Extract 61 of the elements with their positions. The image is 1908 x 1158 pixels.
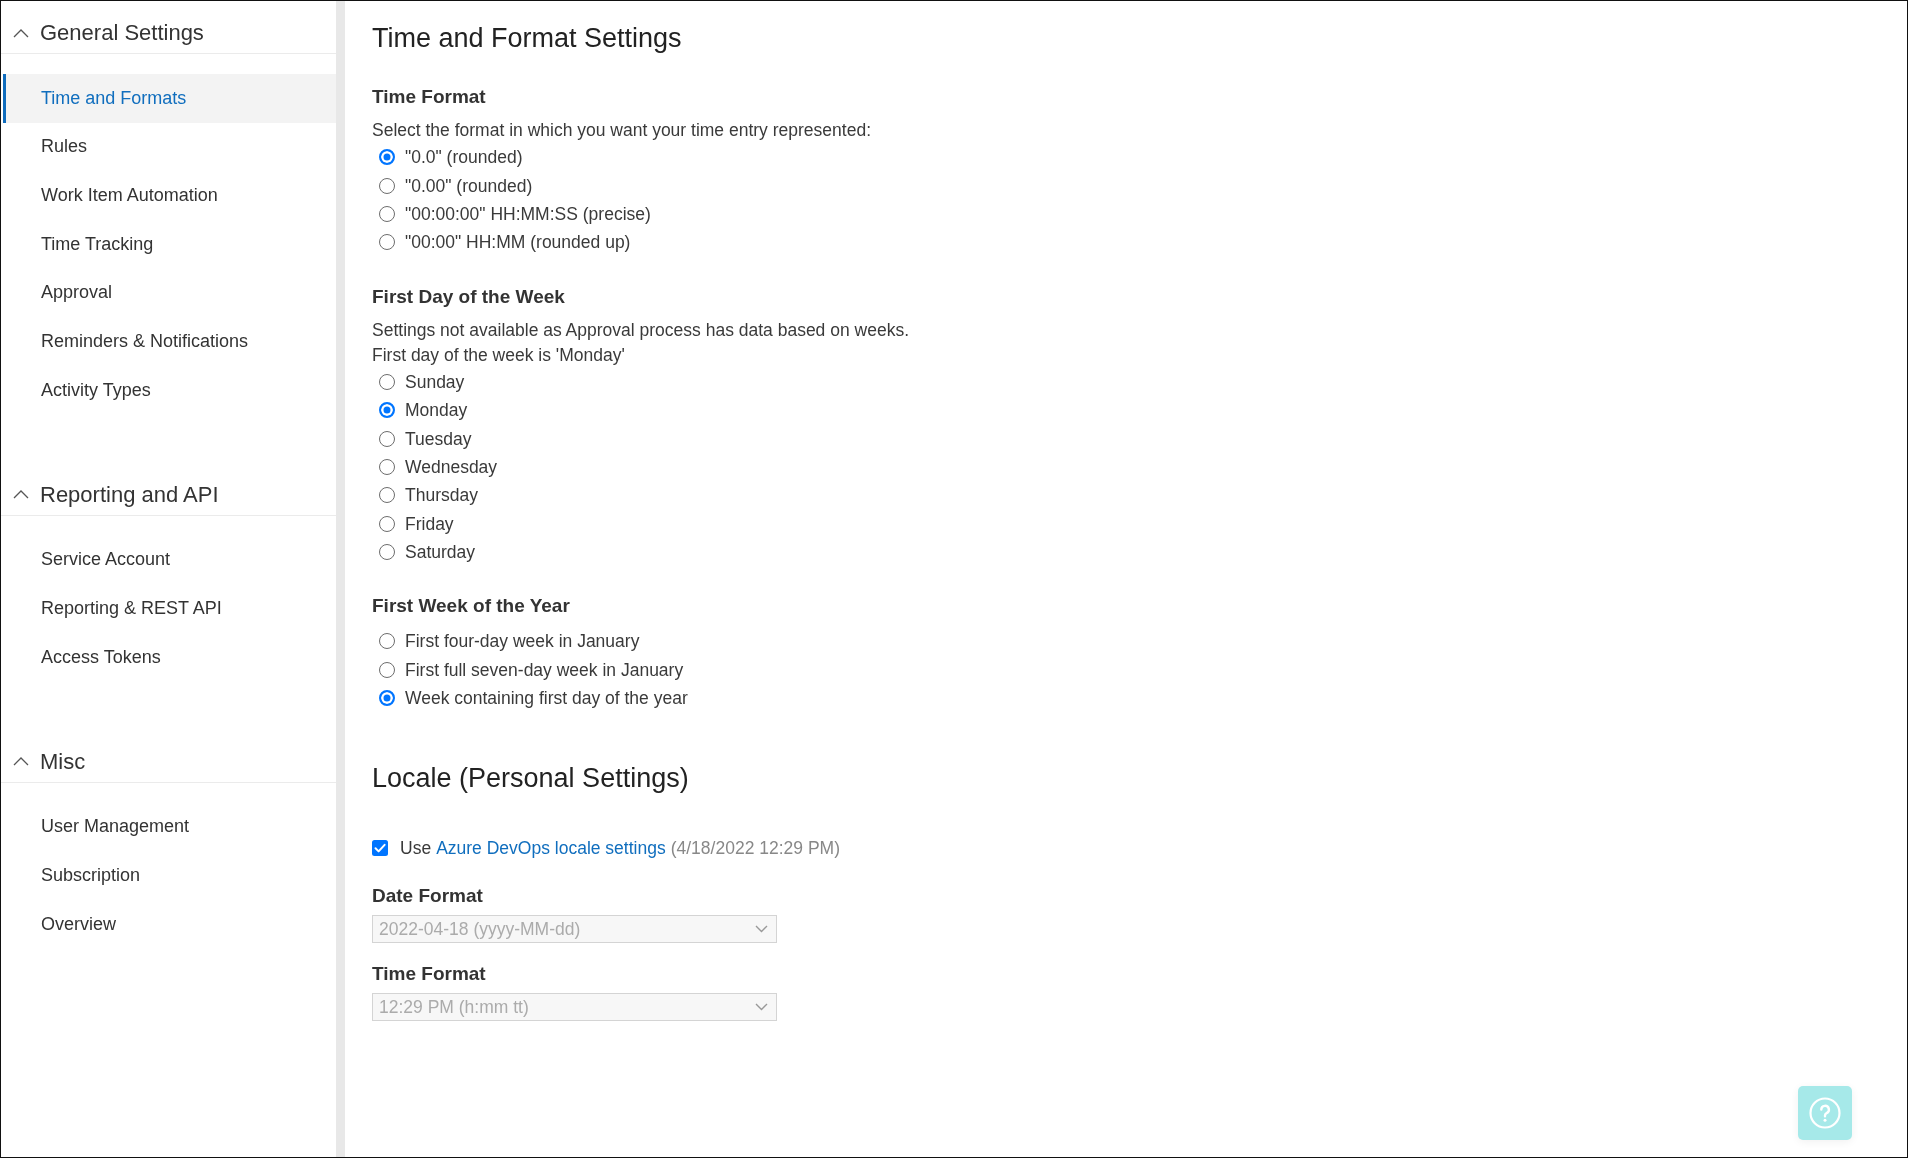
radio-button[interactable]: [379, 402, 395, 419]
nav-item[interactable]: Time Tracking: [3, 219, 336, 269]
nav-item[interactable]: Reminders & Notifications: [3, 317, 336, 366]
nav-item[interactable]: Rules: [3, 122, 336, 172]
timestamp-text: (4/18/2022 12:29 PM): [670, 837, 840, 859]
radio-label: "00:00" HH:MM (rounded up): [405, 231, 631, 255]
radio-label: First full seven-day week in January: [405, 658, 684, 682]
radio-button[interactable]: [379, 177, 395, 194]
checkbox-label: Use: [400, 837, 432, 859]
radio-label: "00:00:00" HH:MM:SS (precise): [405, 202, 651, 226]
radio-button[interactable]: [379, 458, 395, 475]
section-header[interactable]: General Settings: [1, 1, 336, 54]
radio-button[interactable]: [379, 690, 395, 707]
nav-item[interactable]: Approval: [3, 268, 336, 318]
locale-settings-link[interactable]: Azure DevOps locale settings: [436, 837, 666, 859]
section-heading: First Week of the Year: [372, 594, 570, 619]
radio-label: Week containing first day of the year: [405, 687, 688, 711]
radio-button[interactable]: [379, 205, 395, 222]
radio-button[interactable]: [379, 661, 395, 678]
radio-button[interactable]: [379, 633, 395, 650]
radio-label: Wednesday: [405, 455, 498, 479]
nav-item[interactable]: Work Item Automation: [3, 171, 336, 220]
radio-button[interactable]: [379, 515, 395, 532]
radio-label: Sunday: [405, 370, 465, 394]
page-title: Time and Format Settings: [372, 22, 682, 54]
radio-label: Tuesday: [405, 427, 472, 451]
nav-item[interactable]: Time and Formats: [3, 74, 336, 123]
radio-label: Monday: [405, 399, 468, 423]
nav-item[interactable]: Subscription: [3, 851, 336, 900]
nav-item[interactable]: Service Account: [3, 535, 336, 585]
radio-button[interactable]: [379, 487, 395, 504]
radio-button[interactable]: [379, 373, 395, 390]
nav-item[interactable]: Activity Types: [3, 365, 336, 415]
section-heading: First Day of the Week: [372, 284, 565, 309]
radio-button[interactable]: [379, 234, 395, 251]
chevron-down-icon: [755, 1003, 768, 1012]
section-heading: Time Format: [372, 85, 486, 109]
nav-item[interactable]: User Management: [3, 802, 336, 852]
section-header[interactable]: Misc: [1, 729, 336, 783]
radio-label: Thursday: [405, 484, 478, 508]
field-label: Date Format: [372, 884, 483, 909]
section-header[interactable]: Reporting and API: [1, 462, 336, 516]
description-text: Select the format in which you want your time entry represented:: [372, 119, 871, 142]
radio-label: First four-day week in January: [405, 630, 640, 654]
description-text: First day of the week is 'Monday': [372, 343, 625, 367]
section-title: Locale (Personal Settings): [372, 762, 689, 795]
radio-label: Saturday: [405, 541, 476, 565]
help-icon: [1809, 1097, 1841, 1129]
nav-item[interactable]: Access Tokens: [3, 632, 336, 682]
radio-button[interactable]: [379, 544, 395, 561]
radio-button[interactable]: [379, 149, 395, 166]
radio-label: "0.00" (rounded): [405, 174, 533, 198]
radio-label: Friday: [405, 512, 454, 536]
description-text: Settings not available as Approval process has data based on weeks.: [372, 318, 909, 342]
radio-label: "0.0" (rounded): [405, 146, 523, 170]
field-label: Time Format: [372, 962, 486, 987]
nav-item[interactable]: Reporting & REST API: [3, 584, 336, 633]
nav-item[interactable]: Overview: [3, 899, 336, 949]
checkbox[interactable]: [372, 840, 388, 857]
chevron-down-icon: [755, 925, 768, 934]
radio-button[interactable]: [379, 430, 395, 447]
